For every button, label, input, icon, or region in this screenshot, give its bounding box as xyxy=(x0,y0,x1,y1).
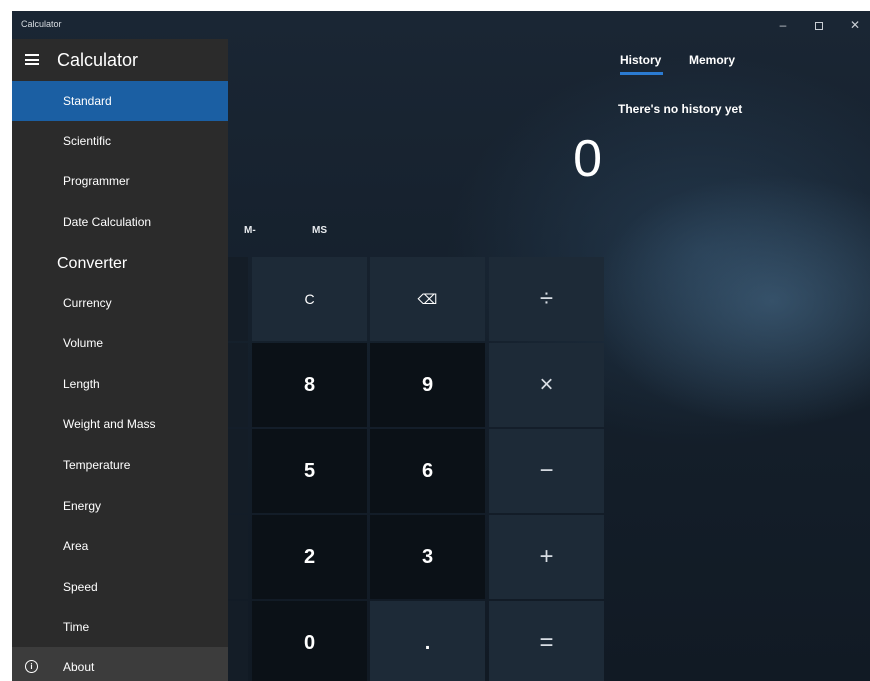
tab-memory[interactable]: Memory xyxy=(689,53,735,67)
minimize-icon: – xyxy=(779,18,787,32)
plus-icon: + xyxy=(539,543,554,570)
result-display: 0 xyxy=(573,130,602,188)
minus-icon: − xyxy=(539,457,554,484)
digit-6-button[interactable]: 6 xyxy=(370,429,485,513)
tab-history[interactable]: History xyxy=(620,53,661,67)
digit-0-button[interactable]: 0 xyxy=(252,601,367,681)
equals-button[interactable]: = xyxy=(489,601,604,681)
window-title: Calculator xyxy=(21,19,62,29)
title-bar: Calculator – ✕ xyxy=(12,11,870,39)
minimize-button[interactable]: – xyxy=(768,15,798,35)
nav-item-programmer[interactable]: Programmer xyxy=(12,161,228,201)
hamburger-menu-icon[interactable] xyxy=(25,54,39,65)
digit-9-button[interactable]: 9 xyxy=(370,343,485,427)
nav-item-volume[interactable]: Volume xyxy=(12,323,228,363)
close-icon: ✕ xyxy=(849,18,861,32)
nav-title: Calculator xyxy=(57,50,139,70)
nav-item-currency[interactable]: Currency xyxy=(12,283,228,323)
plus-button[interactable]: + xyxy=(489,515,604,599)
equals-icon: = xyxy=(539,629,554,656)
maximize-button[interactable] xyxy=(804,15,834,35)
nav-header: Calculator xyxy=(12,39,228,81)
nav-item-speed[interactable]: Speed xyxy=(12,567,228,607)
multiply-icon: × xyxy=(539,371,554,398)
nav-item-area[interactable]: Area xyxy=(12,526,228,566)
nav-item-length[interactable]: Length xyxy=(12,364,228,404)
multiply-button[interactable]: × xyxy=(489,343,604,427)
digit-8-button[interactable]: 8 xyxy=(252,343,367,427)
divide-button[interactable]: ÷ xyxy=(489,257,604,341)
close-button[interactable]: ✕ xyxy=(840,15,870,35)
backspace-button[interactable]: ⌫ xyxy=(370,257,485,341)
tab-history-underline xyxy=(620,72,663,75)
nav-item-temperature[interactable]: Temperature xyxy=(12,445,228,485)
decimal-button[interactable]: . xyxy=(370,601,485,681)
nav-section-converter: Converter xyxy=(57,255,128,272)
clear-button[interactable]: C xyxy=(252,257,367,341)
nav-item-weight-and-mass[interactable]: Weight and Mass xyxy=(12,404,228,444)
memory-store-button[interactable]: MS xyxy=(312,225,327,236)
nav-item-date-calculation[interactable]: Date Calculation xyxy=(12,202,228,242)
nav-item-time[interactable]: Time xyxy=(12,607,228,647)
divide-icon: ÷ xyxy=(539,285,554,312)
memory-subtract-button[interactable]: M- xyxy=(244,225,256,236)
calculator-window: Calculator – ✕ 0 M- MS C ⌫ ÷ 8 9 × 5 6 −… xyxy=(12,11,870,681)
maximize-icon xyxy=(815,21,823,30)
nav-item-scientific[interactable]: Scientific xyxy=(12,121,228,161)
digit-2-button[interactable]: 2 xyxy=(252,515,367,599)
nav-item-energy[interactable]: Energy xyxy=(12,486,228,526)
nav-item-standard[interactable]: Standard xyxy=(12,81,228,121)
navigation-pane: Calculator Standard Scientific Programme… xyxy=(12,39,228,681)
nav-item-about[interactable]: i About xyxy=(12,647,228,681)
minus-button[interactable]: − xyxy=(489,429,604,513)
backspace-icon: ⌫ xyxy=(417,290,438,307)
about-label: About xyxy=(63,660,95,674)
history-empty-message: There's no history yet xyxy=(618,102,743,116)
digit-3-button[interactable]: 3 xyxy=(370,515,485,599)
digit-5-button[interactable]: 5 xyxy=(252,429,367,513)
info-icon: i xyxy=(25,660,38,673)
